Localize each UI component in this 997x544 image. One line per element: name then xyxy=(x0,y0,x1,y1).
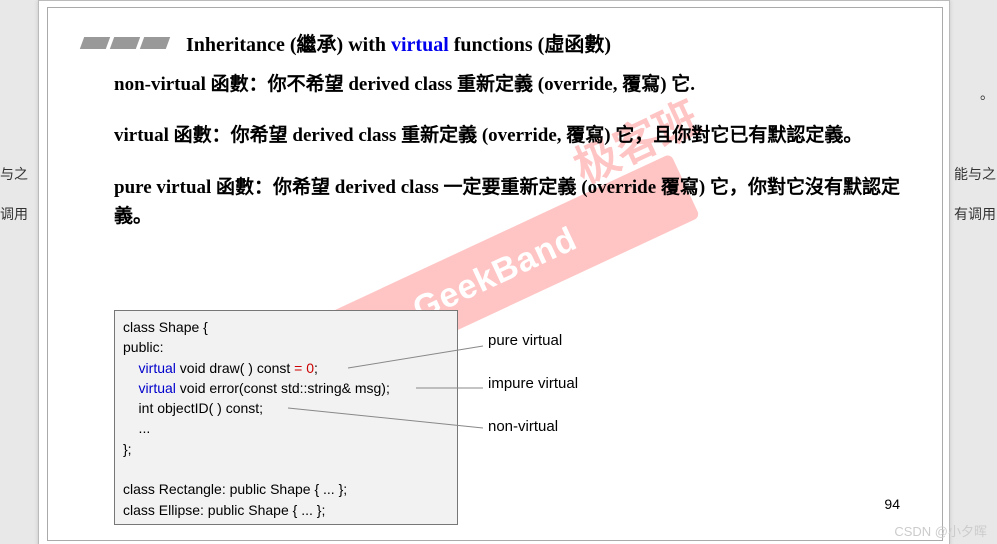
bg-text: 能与之 xyxy=(954,164,996,184)
slide-heading: Inheritance (繼承) with virtual functions … xyxy=(186,28,611,57)
code-line: ... xyxy=(123,420,150,436)
heading-virtual-keyword: virtual xyxy=(391,34,449,56)
page-number: 94 xyxy=(884,496,900,512)
code-pure-virtual-zero: = 0 xyxy=(294,360,314,376)
paragraph-pure-virtual: pure virtual 函數：你希望 derived class 一定要重新定… xyxy=(114,173,902,232)
code-line: ; xyxy=(314,360,318,376)
code-line: class Ellipse: public Shape { ... }; xyxy=(123,502,325,518)
code-keyword-virtual: virtual xyxy=(123,380,176,396)
slide-container: GeekBand 极客班 Inheritance (繼承) with virtu… xyxy=(38,0,950,544)
bg-text: 。 xyxy=(980,84,994,104)
code-line: void error(const std::string& msg); xyxy=(176,380,390,396)
slide-body: non-virtual 函數：你不希望 derived class 重新定義 (… xyxy=(114,70,902,254)
heading-bars-icon xyxy=(82,37,168,49)
heading-post: functions (虛函數) xyxy=(449,34,611,56)
code-block: class Shape { public: virtual void draw(… xyxy=(114,310,458,525)
label-non-virtual: non-virtual xyxy=(488,418,578,435)
code-line: void draw( ) const xyxy=(176,360,294,376)
heading-row: Inheritance (繼承) with virtual functions … xyxy=(82,28,611,57)
label-impure-virtual: impure virtual xyxy=(488,375,578,392)
heading-pre: Inheritance (繼承) with xyxy=(186,34,391,56)
bg-text: 调用 xyxy=(0,204,28,224)
bg-text: 与之 xyxy=(0,164,28,184)
slide-page: GeekBand 极客班 Inheritance (繼承) with virtu… xyxy=(47,7,943,541)
label-pure-virtual: pure virtual xyxy=(488,332,578,349)
csdn-watermark: CSDN @小夕晖 xyxy=(894,521,987,540)
code-line: public: xyxy=(123,339,163,355)
paragraph-nonvirtual: non-virtual 函數：你不希望 derived class 重新定義 (… xyxy=(114,70,902,99)
code-line: int objectID( ) const; xyxy=(123,400,263,416)
code-line: class Rectangle: public Shape { ... }; xyxy=(123,481,347,497)
code-keyword-virtual: virtual xyxy=(123,360,176,376)
paragraph-virtual: virtual 函數：你希望 derived class 重新定義 (overr… xyxy=(114,121,902,150)
code-line: class Shape { xyxy=(123,319,208,335)
bg-text: 有调用 xyxy=(954,204,996,224)
code-line: }; xyxy=(123,441,132,457)
code-annotations: pure virtual impure virtual non-virtual xyxy=(488,332,578,461)
